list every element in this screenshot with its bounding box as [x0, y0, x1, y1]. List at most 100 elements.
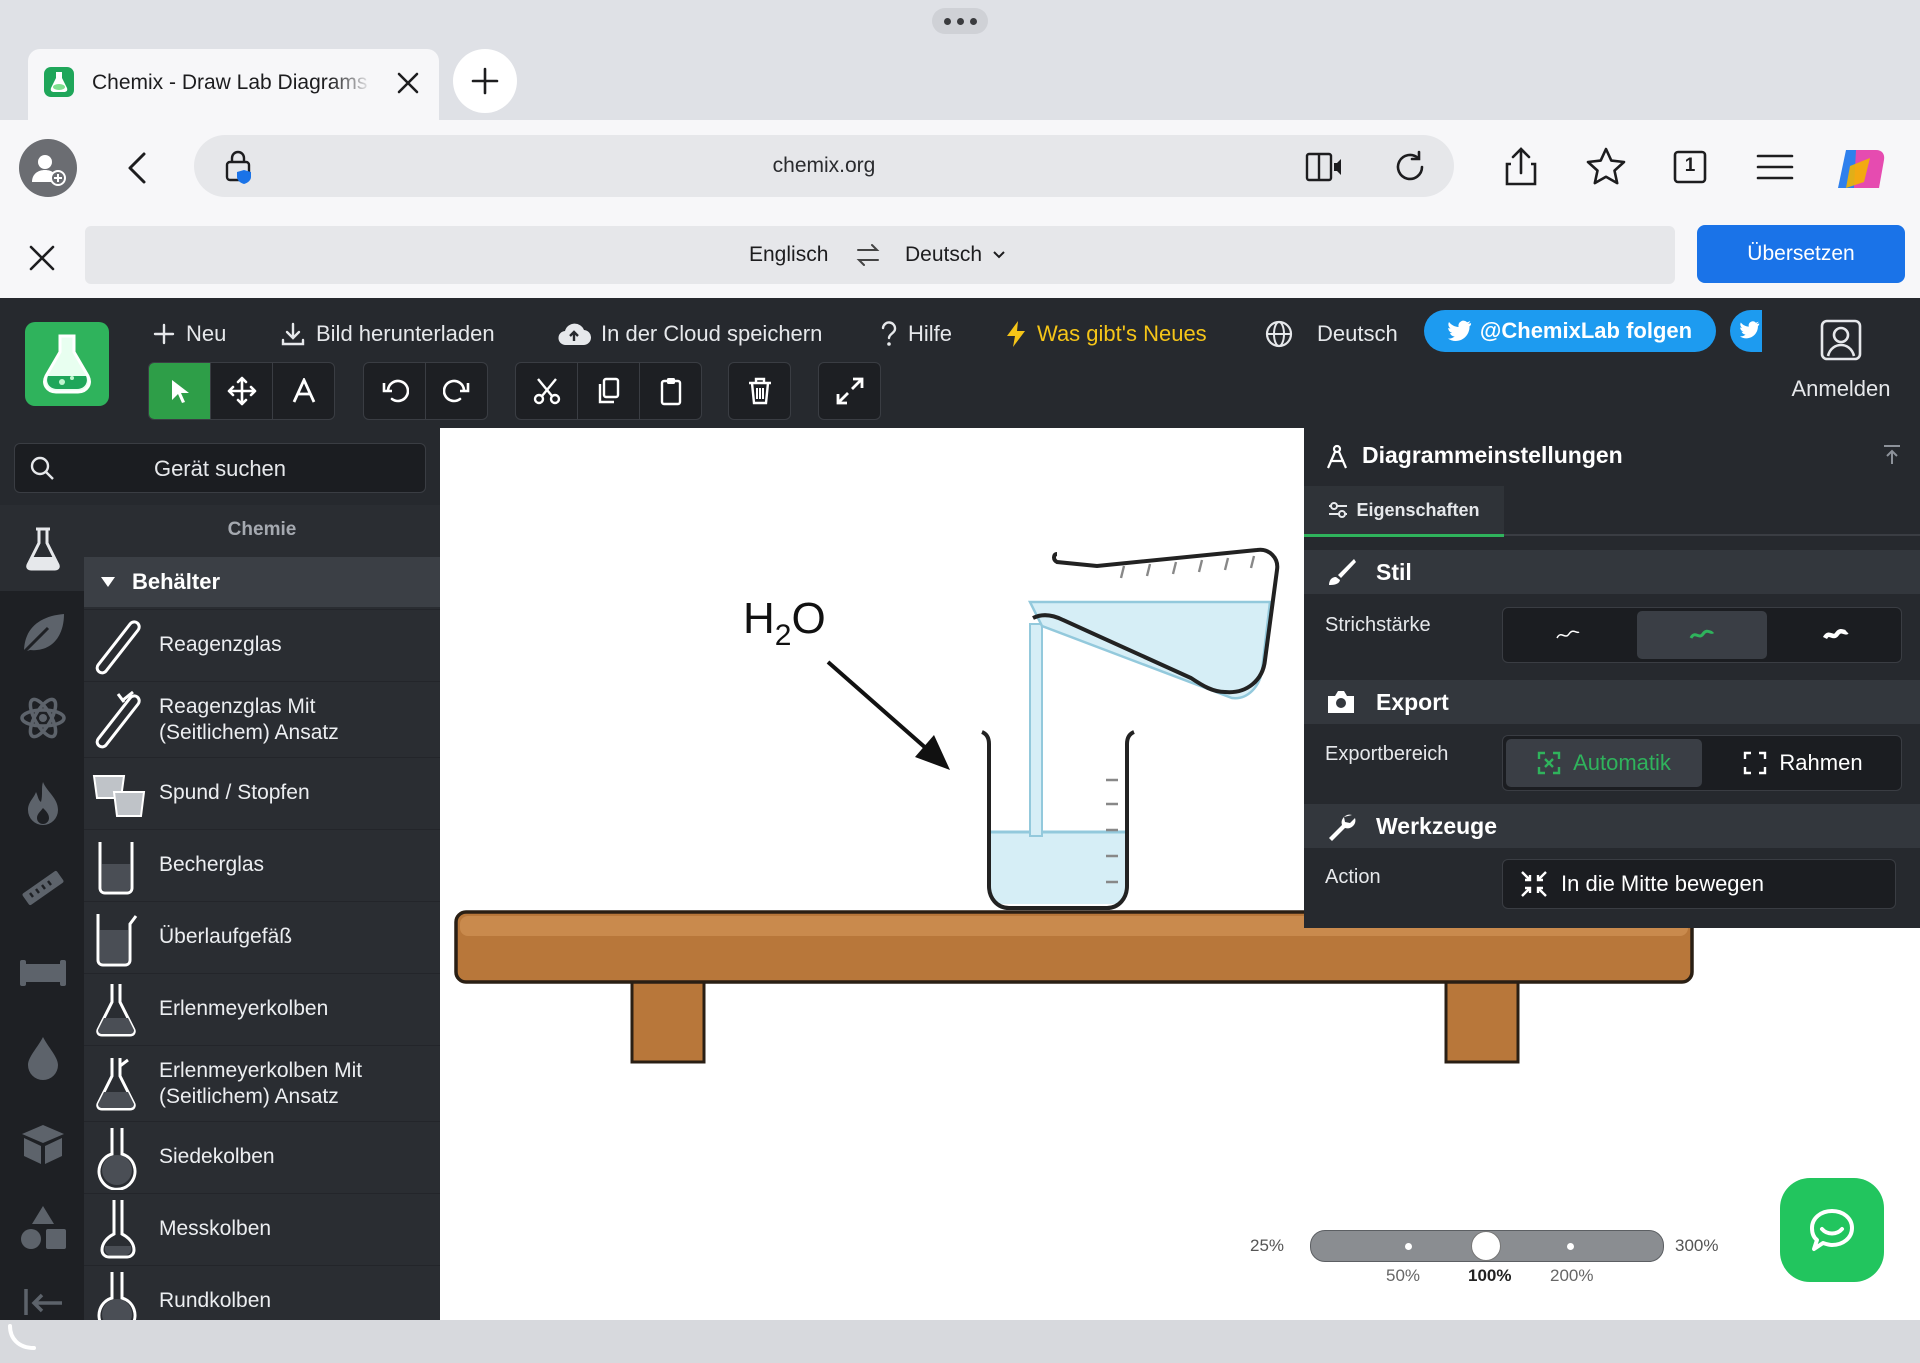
arrow-annotation[interactable]: [826, 660, 950, 770]
chevron-down-icon: [993, 251, 1005, 259]
atom-category-icon[interactable]: [18, 693, 68, 743]
list-item[interactable]: Rundkolben: [84, 1265, 440, 1320]
redo-button[interactable]: [426, 363, 487, 419]
section-export[interactable]: Export: [1304, 680, 1920, 724]
twitter-share-button[interactable]: [1730, 310, 1762, 352]
close-translation-icon[interactable]: [22, 238, 62, 278]
chemix-logo-icon[interactable]: [25, 322, 109, 406]
corner-resize-icon[interactable]: [6, 1322, 40, 1352]
shapes-category-icon[interactable]: [18, 1203, 68, 1253]
move-to-center-button[interactable]: In die Mitte bewegen: [1502, 859, 1896, 909]
beaker-drawing[interactable]: [981, 730, 1135, 910]
window-bottom-bar: [0, 1320, 1920, 1363]
lab-table[interactable]: [454, 910, 1694, 1064]
zoom-tick-200: [1567, 1243, 1574, 1250]
target-language[interactable]: Deutsch: [905, 243, 1006, 267]
swap-languages-icon[interactable]: [855, 242, 881, 268]
chat-support-button[interactable]: [1780, 1178, 1884, 1282]
h2o-label[interactable]: H2O: [743, 594, 826, 652]
leaf-category-icon[interactable]: [18, 608, 68, 658]
text-tool-button[interactable]: [273, 363, 334, 419]
tab-count-icon[interactable]: 1: [1667, 144, 1713, 190]
list-item[interactable]: Messkolben: [84, 1193, 440, 1266]
new-button[interactable]: Neu: [152, 314, 226, 354]
delete-button[interactable]: [729, 363, 790, 419]
side-arm-erlenmeyer-icon: [90, 1054, 146, 1114]
address-bar[interactable]: chemix.org: [194, 135, 1454, 197]
ruler-category-icon[interactable]: [18, 863, 68, 913]
select-tool-button[interactable]: [149, 363, 211, 419]
share-icon[interactable]: [1498, 144, 1544, 190]
tab-properties[interactable]: Eigenschaften: [1304, 486, 1504, 537]
round-bottom-flask-icon: [90, 1270, 146, 1320]
new-tab-button[interactable]: [453, 49, 517, 113]
copy-icon: [598, 377, 619, 404]
zoom-label-100: 100%: [1468, 1266, 1512, 1285]
language-button[interactable]: Deutsch: [1265, 314, 1398, 354]
tool-group-delete: [728, 362, 791, 420]
pan-tool-button[interactable]: [211, 363, 273, 419]
section-header-containers[interactable]: Behälter: [84, 557, 440, 607]
translation-language-picker[interactable]: Englisch Deutsch: [85, 226, 1675, 284]
help-button[interactable]: Hilfe: [880, 314, 952, 354]
favorite-star-icon[interactable]: [1583, 144, 1629, 190]
pouring-beaker-drawing[interactable]: [1027, 547, 1280, 700]
zoom-slider-thumb[interactable]: [1471, 1231, 1501, 1261]
paste-button[interactable]: [640, 363, 701, 419]
compass-icon: [1326, 444, 1348, 469]
tab-close-icon[interactable]: [392, 67, 424, 99]
cloud-save-button[interactable]: In der Cloud speichern: [557, 314, 822, 354]
profile-avatar-icon[interactable]: [19, 139, 77, 197]
login-label: Anmelden: [1791, 376, 1891, 401]
section-style[interactable]: Stil: [1304, 550, 1920, 594]
equipment-library: Chemie Behälter Reagenzglas Reagenzglas …: [84, 505, 440, 1320]
translate-button[interactable]: Übersetzen: [1697, 225, 1905, 283]
export-automatic-option[interactable]: Automatik: [1506, 739, 1702, 787]
cut-button[interactable]: [516, 363, 578, 419]
thin-line-icon: [1556, 630, 1580, 639]
copilot-icon[interactable]: [1832, 140, 1890, 198]
reload-icon[interactable]: [1390, 147, 1430, 187]
list-item[interactable]: Becherglas: [84, 829, 440, 902]
browser-tab[interactable]: Chemix - Draw Lab Diagrams: [28, 49, 439, 120]
back-icon[interactable]: [118, 146, 158, 190]
item-label: Überlaufgefäß: [159, 925, 293, 948]
twitter-follow-button[interactable]: @ChemixLab folgen: [1424, 310, 1716, 352]
login-button[interactable]: Anmelden: [1776, 318, 1906, 418]
list-item[interactable]: Erlenmeyerkolben Mit (Seitlichem) Ansatz: [84, 1045, 440, 1122]
item-label: Rundkolben: [159, 1289, 272, 1312]
erlenmeyer-flask-icon: [90, 980, 146, 1040]
stroke-medium-option[interactable]: [1636, 611, 1768, 659]
section-tools[interactable]: Werkzeuge: [1304, 804, 1920, 848]
box-category-icon[interactable]: [18, 1118, 68, 1168]
chat-bubble-icon: [1810, 1209, 1854, 1251]
source-language[interactable]: Englisch: [749, 243, 828, 267]
download-image-button[interactable]: Bild herunterladen: [280, 314, 495, 354]
item-label: Erlenmeyerkolben: [159, 997, 329, 1020]
flame-category-icon[interactable]: [18, 778, 68, 828]
pin-icon[interactable]: [1882, 444, 1902, 466]
window-handle[interactable]: [932, 8, 988, 34]
fullscreen-button[interactable]: [819, 363, 880, 419]
tool-group-history: [363, 362, 488, 420]
list-item[interactable]: Reagenzglas Mit (Seitlichem) Ansatz: [84, 681, 440, 758]
redo-icon: [442, 379, 469, 403]
question-icon: [881, 321, 897, 346]
undo-button[interactable]: [364, 363, 426, 419]
flask-category-icon[interactable]: [18, 523, 68, 573]
drop-category-icon[interactable]: [18, 1033, 68, 1083]
menu-icon[interactable]: [1752, 144, 1798, 190]
list-item[interactable]: Siedekolben: [84, 1121, 440, 1194]
stroke-thick-option[interactable]: [1770, 608, 1901, 662]
list-item[interactable]: Reagenzglas: [84, 609, 440, 682]
stroke-thin-option[interactable]: [1503, 608, 1634, 662]
list-item[interactable]: Überlaufgefäß: [84, 901, 440, 974]
equipment-search-input[interactable]: Gerät suchen: [14, 443, 426, 493]
list-item[interactable]: Spund / Stopfen: [84, 757, 440, 830]
export-frame-option[interactable]: Rahmen: [1705, 736, 1901, 790]
reader-view-icon[interactable]: [1304, 147, 1344, 187]
list-item[interactable]: Erlenmeyerkolben: [84, 973, 440, 1046]
whats-new-button[interactable]: Was gibt's Neues: [1005, 314, 1207, 354]
copy-button[interactable]: [578, 363, 640, 419]
tube-category-icon[interactable]: [18, 948, 68, 998]
